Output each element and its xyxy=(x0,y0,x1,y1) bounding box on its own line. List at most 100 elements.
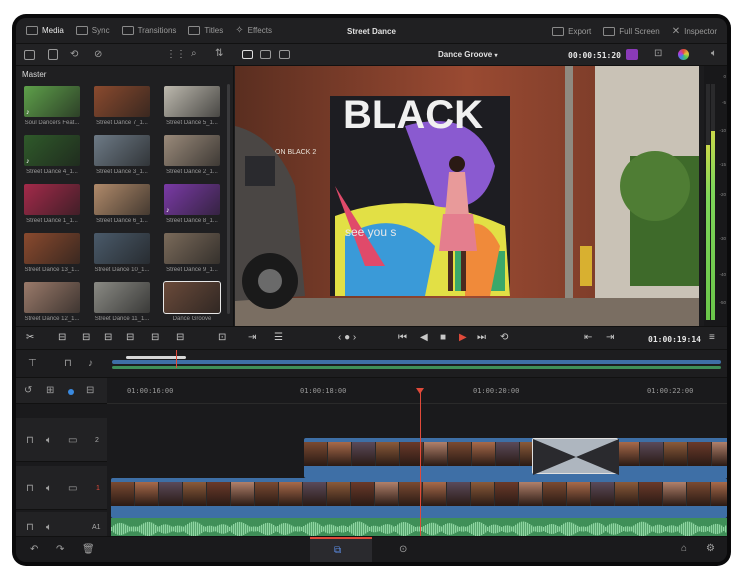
meter-scale-label: -15 xyxy=(719,162,726,167)
prev-edit-icon[interactable]: ⇤ xyxy=(584,333,592,343)
replace-clip-icon[interactable]: ⊟ xyxy=(104,333,112,343)
color-icon[interactable] xyxy=(626,49,638,60)
effects-tab[interactable]: ✧ Effects xyxy=(229,18,278,44)
media-tab[interactable]: Media xyxy=(20,18,70,44)
overwrite-clip-icon[interactable]: ⊟ xyxy=(82,333,90,343)
media-clip[interactable]: Street Dance 6_1... xyxy=(94,184,150,224)
audio-track-icon[interactable]: 🔈︎ xyxy=(46,436,52,446)
add-marker-icon[interactable]: ⊟ xyxy=(86,386,94,396)
meter-scale-label: -30 xyxy=(719,236,726,241)
media-clip[interactable]: ♪ Street Dance 8_1... xyxy=(164,184,220,224)
inspector-button[interactable]: ✕ Inspector xyxy=(666,18,723,44)
video-clip-v1[interactable] xyxy=(111,478,727,518)
clip-frame xyxy=(711,482,727,506)
audio-detach-icon[interactable]: ♪ xyxy=(88,359,93,369)
insert-clip-icon[interactable]: ⊟ xyxy=(58,333,66,343)
sort-icon[interactable]: ⇅ xyxy=(215,49,223,59)
edit-page-icon[interactable]: ⊙ xyxy=(399,545,407,555)
home-icon[interactable]: ⌂ xyxy=(681,544,687,554)
palette-icon[interactable] xyxy=(678,49,689,60)
clip-frame xyxy=(279,482,303,506)
media-clip[interactable]: Street Dance 13_1... xyxy=(24,233,80,273)
track-header-v1[interactable]: ⊓ 🔈︎ ▭ 1 xyxy=(16,466,107,510)
titles-tab[interactable]: Titles xyxy=(182,18,229,44)
sidebar-toggle-icon[interactable] xyxy=(24,50,35,60)
media-clip[interactable]: Street Dance 1_1... xyxy=(24,184,80,224)
import-media-icon[interactable] xyxy=(48,49,58,60)
viewer[interactable]: BLACK ON BLACK 2 see you s xyxy=(235,66,699,326)
media-clip[interactable]: Street Dance 9_1... xyxy=(164,233,220,273)
marker-icon[interactable] xyxy=(68,389,74,395)
media-clip[interactable]: Street Dance 2_1... xyxy=(164,135,220,175)
play-icon[interactable]: ▶ xyxy=(459,333,467,343)
enable-track-icon[interactable]: ▭ xyxy=(68,484,77,494)
clip-frame xyxy=(352,442,376,466)
transitions-tab[interactable]: Transitions xyxy=(116,18,183,44)
lock-icon[interactable]: ⊓ xyxy=(26,523,34,533)
fullscreen-icon xyxy=(603,26,616,36)
playhead[interactable] xyxy=(420,390,421,544)
media-clip[interactable]: ♪ Street Dance 4_1... xyxy=(24,135,80,175)
prev-marker-icon[interactable]: ‹ ● › xyxy=(338,333,356,343)
lock-track-icon[interactable]: ⊓ xyxy=(64,359,72,369)
menu-icon[interactable]: ≡ xyxy=(709,333,715,343)
audio-track-icon[interactable]: 🔈︎ xyxy=(46,484,52,494)
next-edit-icon[interactable]: ⇥ xyxy=(606,333,614,343)
razor-snap-icon[interactable]: ⇥ xyxy=(248,333,256,343)
cut-page-button[interactable]: ⧉ xyxy=(310,537,372,562)
sync-clips-icon[interactable]: ⟲ xyxy=(70,50,78,60)
lock-icon[interactable]: ⊓ xyxy=(26,436,34,446)
snap-icon[interactable]: ↺ xyxy=(24,386,32,396)
overview-playhead[interactable] xyxy=(176,350,177,368)
dual-viewer-icon[interactable] xyxy=(260,50,271,59)
transition-clip[interactable] xyxy=(532,438,619,475)
timeline-selector[interactable]: Dance Groove ▾ xyxy=(438,50,498,59)
media-clip[interactable]: Street Dance 10_1... xyxy=(94,233,150,273)
overview-viewport[interactable] xyxy=(126,356,186,359)
fullscreen-button[interactable]: Full Screen xyxy=(597,18,665,44)
media-clip[interactable]: ♪ Soul Dancers Feat... xyxy=(24,86,80,126)
ripple-overwrite-icon[interactable]: ⊟ xyxy=(151,333,159,343)
media-clip[interactable]: Street Dance 11_1... xyxy=(94,282,150,322)
audio-track-icon[interactable]: 🔈︎ xyxy=(46,523,52,533)
blade-tool-icon[interactable]: ✂ xyxy=(26,333,34,343)
append-icon[interactable]: ⊡ xyxy=(218,333,226,343)
loop-icon[interactable]: ⟲ xyxy=(500,333,508,343)
timeline-overview[interactable]: ⊤ ⊓ ♪ xyxy=(16,350,727,378)
sync-tab[interactable]: Sync xyxy=(70,18,116,44)
stop-icon[interactable]: ■ xyxy=(440,333,446,343)
media-clip[interactable]: Street Dance 5_1... xyxy=(164,86,220,126)
media-clip[interactable]: Street Dance 7_1... xyxy=(94,86,150,126)
playhead-handle[interactable] xyxy=(416,388,424,394)
grid-view-icon[interactable]: ⋮⋮ xyxy=(166,50,186,60)
track-header-v2[interactable]: ⊓ 🔈︎ ▭ 2 xyxy=(16,418,107,462)
sync-icon xyxy=(75,26,88,35)
go-to-end-icon[interactable]: ⏭ xyxy=(477,333,486,343)
lock-icon[interactable]: ⊓ xyxy=(26,484,34,494)
search-icon[interactable]: ⌕ xyxy=(191,49,197,59)
transform-icon[interactable]: ⊡ xyxy=(654,49,662,59)
trash-icon[interactable]: 🗑︎ xyxy=(82,545,95,555)
cinema-viewer-icon[interactable] xyxy=(279,50,290,59)
redo-icon[interactable]: ↷ xyxy=(56,545,64,555)
timeline[interactable]: ↺ ⊞ ⊟ 01:00:16:00 01:00:18:00 01:00:20:0… xyxy=(16,378,727,544)
video-clip-v2[interactable] xyxy=(304,438,727,478)
link-icon[interactable]: ⊘ xyxy=(94,50,102,60)
reverse-icon[interactable]: ◀ xyxy=(420,333,428,343)
settings-icon[interactable]: ⚙ xyxy=(706,544,715,554)
media-clip[interactable]: Street Dance 12_1... xyxy=(24,282,80,322)
volume-icon[interactable]: 🔈︎ xyxy=(711,49,717,59)
media-clip[interactable]: Street Dance 3_1... xyxy=(94,135,150,175)
place-on-top-icon[interactable]: ⊟ xyxy=(126,333,134,343)
single-viewer-icon[interactable] xyxy=(242,50,253,59)
audio-tools-icon[interactable]: ☰ xyxy=(274,333,283,343)
close-up-icon[interactable]: ⊟ xyxy=(176,333,184,343)
media-clip[interactable]: Dance Groove xyxy=(163,281,221,322)
undo-icon[interactable]: ↶ xyxy=(30,545,38,555)
enable-track-icon[interactable]: ▭ xyxy=(68,436,77,446)
export-button[interactable]: Export xyxy=(546,18,597,44)
link-clips-icon[interactable]: ⊞ xyxy=(46,386,54,396)
go-to-start-icon[interactable]: ⏮ xyxy=(398,333,407,343)
media-pool-scrollbar[interactable] xyxy=(227,84,230,314)
track-height-icon[interactable]: ⊤ xyxy=(28,359,37,369)
